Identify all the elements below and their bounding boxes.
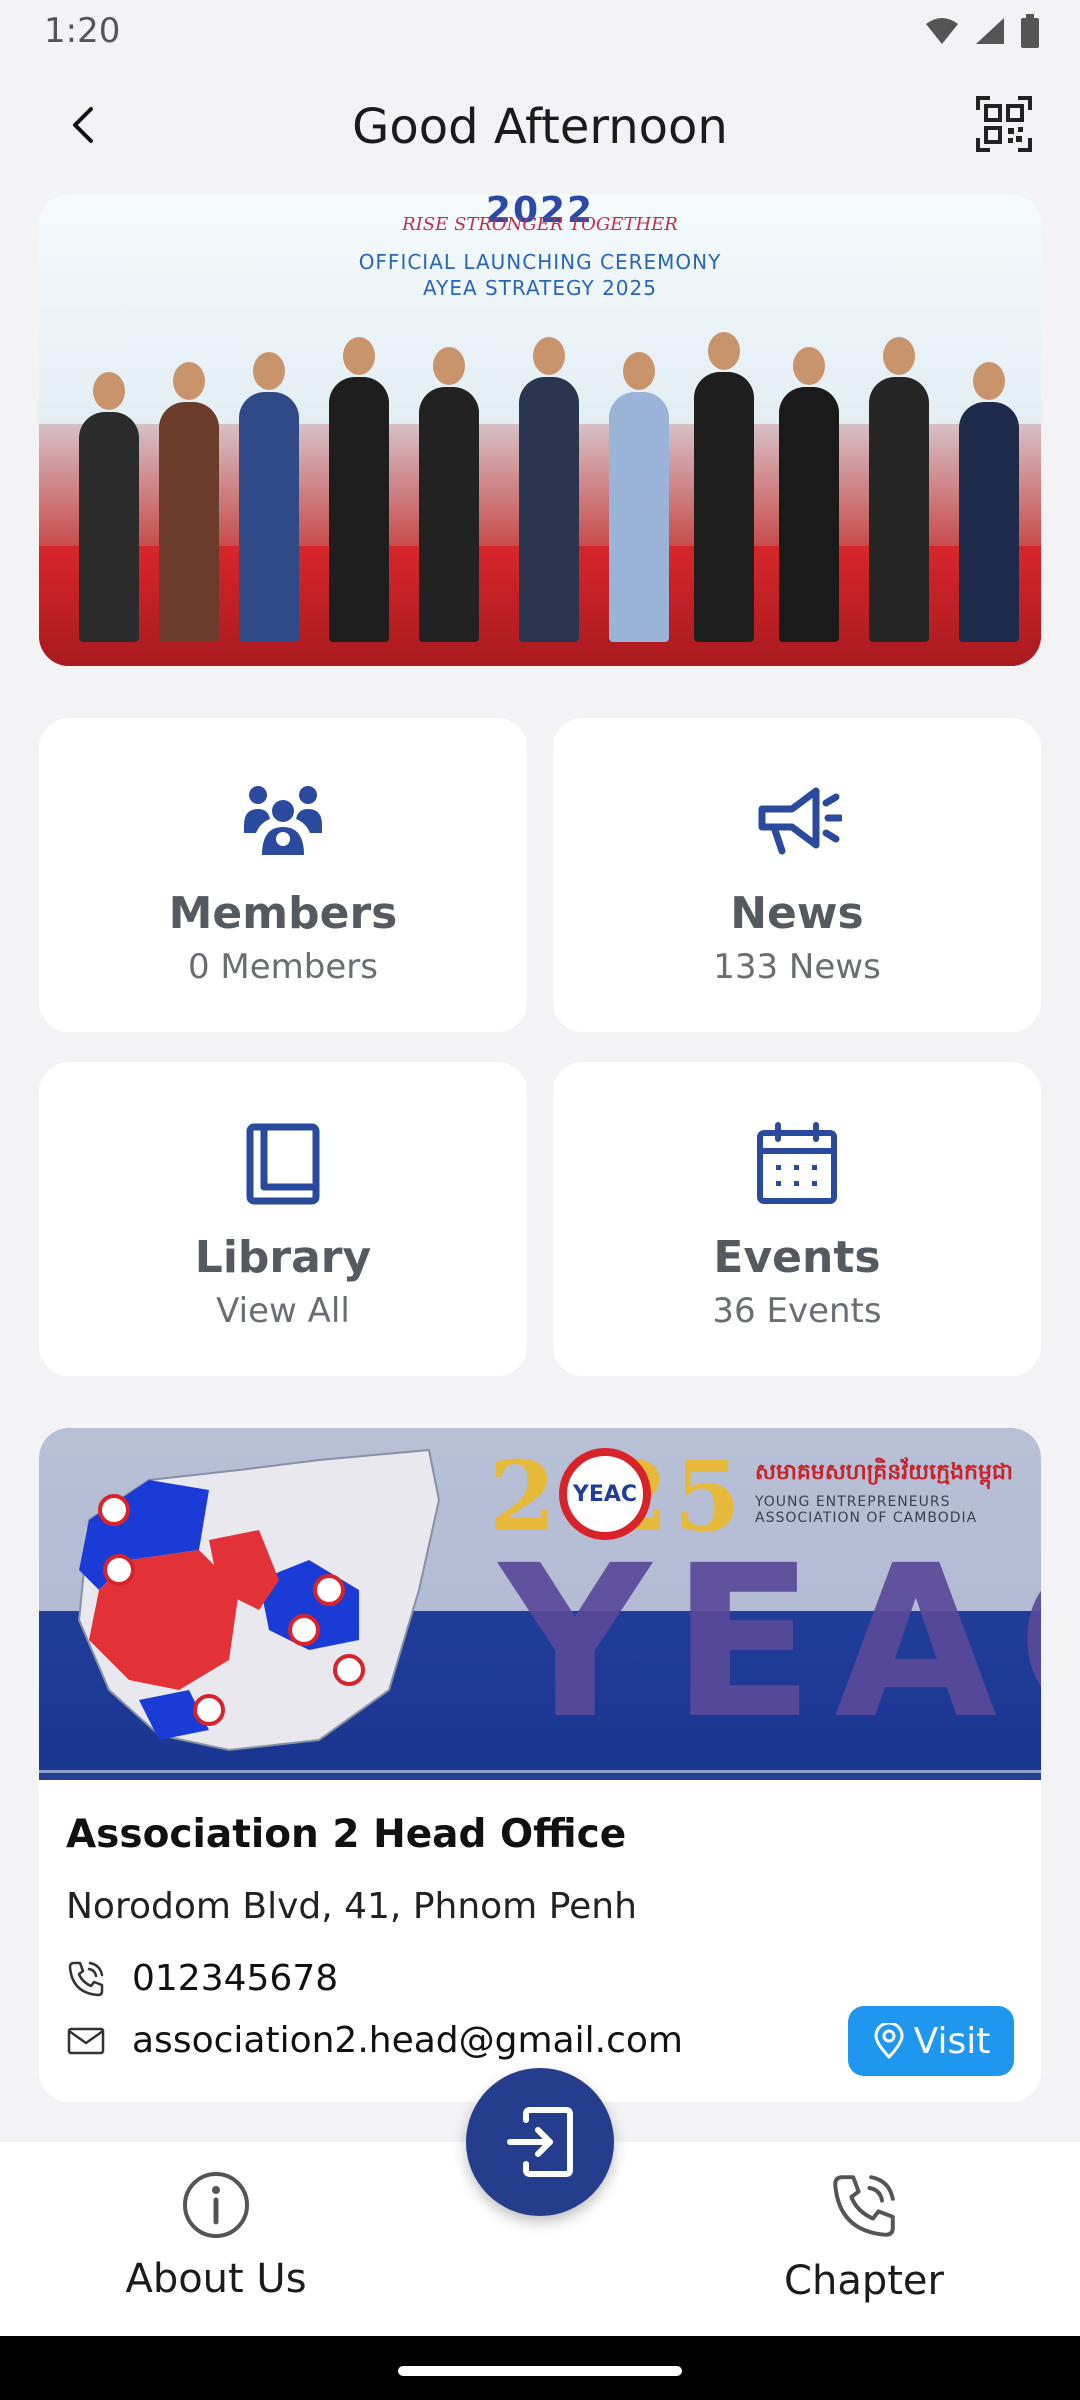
cambodia-map-icon — [77, 1448, 441, 1752]
app-bar: Good Afternoon — [0, 62, 1080, 192]
association-email-row[interactable]: association2.head@gmail.com — [66, 2020, 683, 2061]
card-title: Library — [194, 1232, 372, 1283]
book-icon — [235, 1116, 331, 1212]
hero-person — [869, 337, 929, 642]
association-phone: 012345678 — [132, 1958, 339, 1999]
hero-person — [959, 362, 1019, 642]
association-email: association2.head@gmail.com — [132, 2020, 683, 2061]
association-card[interactable]: 2 25 YEAC សមាគមសហគ្រិនវ័យក្មេងកម្ពុជា YO… — [39, 1428, 1041, 2102]
members-icon — [235, 772, 331, 868]
phone-icon — [833, 2175, 895, 2237]
hero-line1: OFFICIAL LAUNCHING CEREMONY — [358, 250, 722, 274]
status-time: 1:20 — [44, 11, 121, 51]
hero-person — [609, 352, 669, 642]
association-name: Association 2 Head Office — [66, 1812, 627, 1857]
members-card[interactable]: Members 0 Members — [39, 718, 527, 1032]
association-phone-row[interactable]: 012345678 — [66, 1958, 338, 1999]
association-banner: 2 25 YEAC សមាគមសហគ្រិនវ័យក្មេងកម្ពុជា YO… — [39, 1428, 1041, 1780]
visit-label: Visit — [913, 2020, 991, 2062]
location-pin-icon — [874, 2023, 904, 2059]
phone-icon — [68, 1961, 104, 1996]
hero-person — [79, 372, 139, 642]
hero-person — [519, 337, 579, 642]
mail-icon — [67, 2027, 105, 2054]
card-subtitle: 36 Events — [712, 1291, 882, 1331]
card-subtitle: 133 News — [713, 947, 881, 987]
hero-person — [779, 347, 839, 642]
news-card[interactable]: News 133 News — [553, 718, 1041, 1032]
banner-khmer-title: សមាគមសហគ្រិនវ័យក្មេងកម្ពុជា — [755, 1460, 1013, 1485]
card-title: News — [730, 888, 864, 939]
hero-line2: AYEA STRATEGY 2025 — [423, 276, 657, 300]
wifi-icon — [926, 18, 958, 44]
qr-scan-button[interactable] — [964, 84, 1044, 164]
feature-grid: Members 0 Members News 133 News Library … — [39, 718, 1041, 1376]
visit-button[interactable]: Visit — [848, 2006, 1014, 2076]
hero-person — [159, 362, 219, 642]
status-bar: 1:20 — [0, 0, 1080, 62]
battery-icon — [1021, 14, 1039, 48]
events-card[interactable]: Events 36 Events — [553, 1062, 1041, 1376]
banner-big-letters: YEAC — [499, 1520, 1041, 1765]
card-title: Members — [168, 888, 398, 939]
banner-stripe — [39, 1770, 1041, 1780]
library-card[interactable]: Library View All — [39, 1062, 527, 1376]
hero-person — [419, 347, 479, 642]
hero-tagline: RISE STRONGER TOGETHER — [402, 214, 678, 235]
card-title: Events — [713, 1232, 881, 1283]
nav-chapter-label: Chapter — [784, 2258, 944, 2304]
megaphone-icon — [749, 772, 845, 868]
status-icons — [924, 14, 1040, 48]
hero-person — [694, 332, 754, 642]
info-icon — [183, 2172, 249, 2238]
hero-person — [239, 352, 299, 642]
back-button[interactable] — [50, 90, 120, 160]
card-subtitle: View All — [216, 1291, 350, 1331]
chevron-left-icon — [73, 107, 93, 143]
card-subtitle: 0 Members — [187, 947, 378, 987]
qr-code-icon — [976, 96, 1032, 152]
page-title: Good Afternoon — [352, 99, 728, 155]
calendar-icon — [749, 1116, 845, 1212]
login-fab-button[interactable] — [466, 2068, 614, 2216]
nav-chapter[interactable]: Chapter — [734, 2170, 994, 2304]
hero-banner[interactable]: 2022 RISE STRONGER TOGETHER OFFICIAL LAU… — [39, 194, 1041, 666]
nav-about-us[interactable]: About Us — [86, 2170, 346, 2302]
sign-in-icon — [507, 2107, 573, 2177]
nav-about-us-label: About Us — [125, 2256, 307, 2302]
signal-icon — [976, 18, 1004, 44]
hero-person — [329, 337, 389, 642]
system-navigation-bar — [0, 2336, 1080, 2400]
home-indicator[interactable] — [398, 2366, 682, 2376]
association-address: Norodom Blvd, 41, Phnom Penh — [66, 1886, 637, 1927]
